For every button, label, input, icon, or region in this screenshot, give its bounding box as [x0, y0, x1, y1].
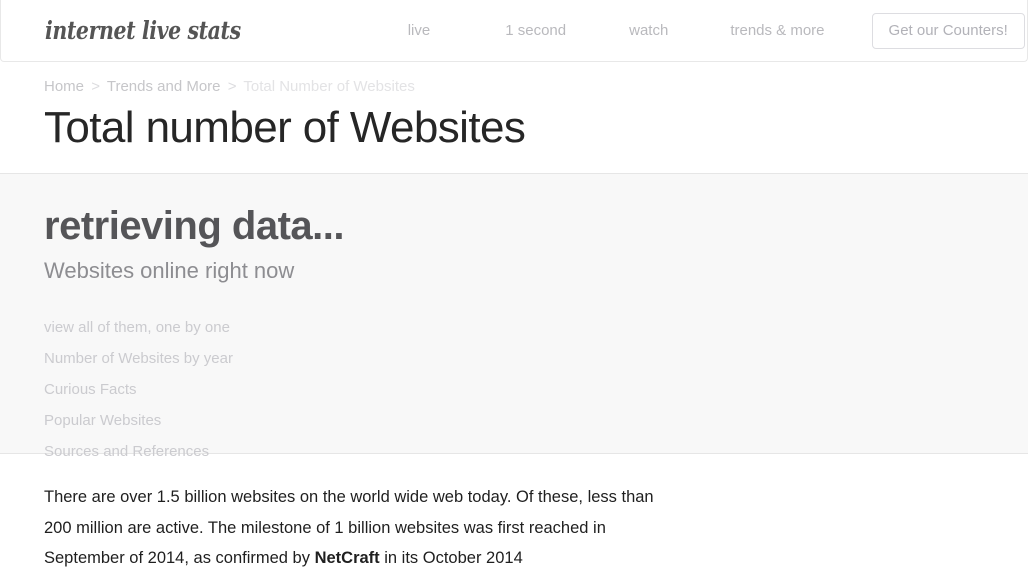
counter-caption: Websites online right now	[44, 258, 295, 284]
nav-item-live[interactable]: live	[408, 22, 431, 39]
page-header-block: Home > Trends and More > Total Number of…	[0, 62, 1028, 174]
article-text-part2: in its October 2014	[379, 549, 523, 568]
breadcrumb-separator: >	[227, 78, 237, 95]
main-navigation: live 1 second watch trends & more	[408, 22, 825, 39]
get-our-counters-button[interactable]: Get our Counters!	[871, 12, 1025, 49]
nav-item-1-second[interactable]: 1 second	[505, 22, 566, 39]
breadcrumb-current: Total Number of Websites	[243, 78, 415, 95]
page-title: Total number of Websites	[44, 103, 526, 152]
breadcrumb-separator: >	[91, 78, 100, 95]
site-logo[interactable]: internet live stats	[45, 16, 241, 45]
link-number-of-websites-by-year[interactable]: Number of Websites by year	[44, 343, 1028, 374]
link-view-all-one-by-one[interactable]: view all of them, one by one	[44, 312, 1028, 343]
breadcrumb-trends-and-more[interactable]: Trends and More	[107, 78, 221, 95]
link-popular-websites[interactable]: Popular Websites	[44, 405, 1028, 436]
breadcrumb-home[interactable]: Home	[44, 78, 84, 95]
counter-value: retrieving data...	[44, 204, 344, 249]
breadcrumb: Home > Trends and More > Total Number of…	[44, 62, 1028, 95]
article-paragraph: There are over 1.5 billion websites on t…	[44, 482, 669, 574]
related-links-list: view all of them, one by one Number of W…	[44, 312, 1028, 467]
nav-item-watch[interactable]: watch	[629, 22, 668, 39]
netcraft-reference: NetCraft	[314, 549, 380, 568]
article-section: There are over 1.5 billion websites on t…	[0, 454, 1028, 574]
link-curious-facts[interactable]: Curious Facts	[44, 374, 1028, 405]
nav-item-trends-and-more[interactable]: trends & more	[730, 22, 824, 39]
counter-section: retrieving data... Websites online right…	[0, 174, 1028, 460]
site-header: internet live stats live 1 second watch …	[0, 0, 1028, 62]
